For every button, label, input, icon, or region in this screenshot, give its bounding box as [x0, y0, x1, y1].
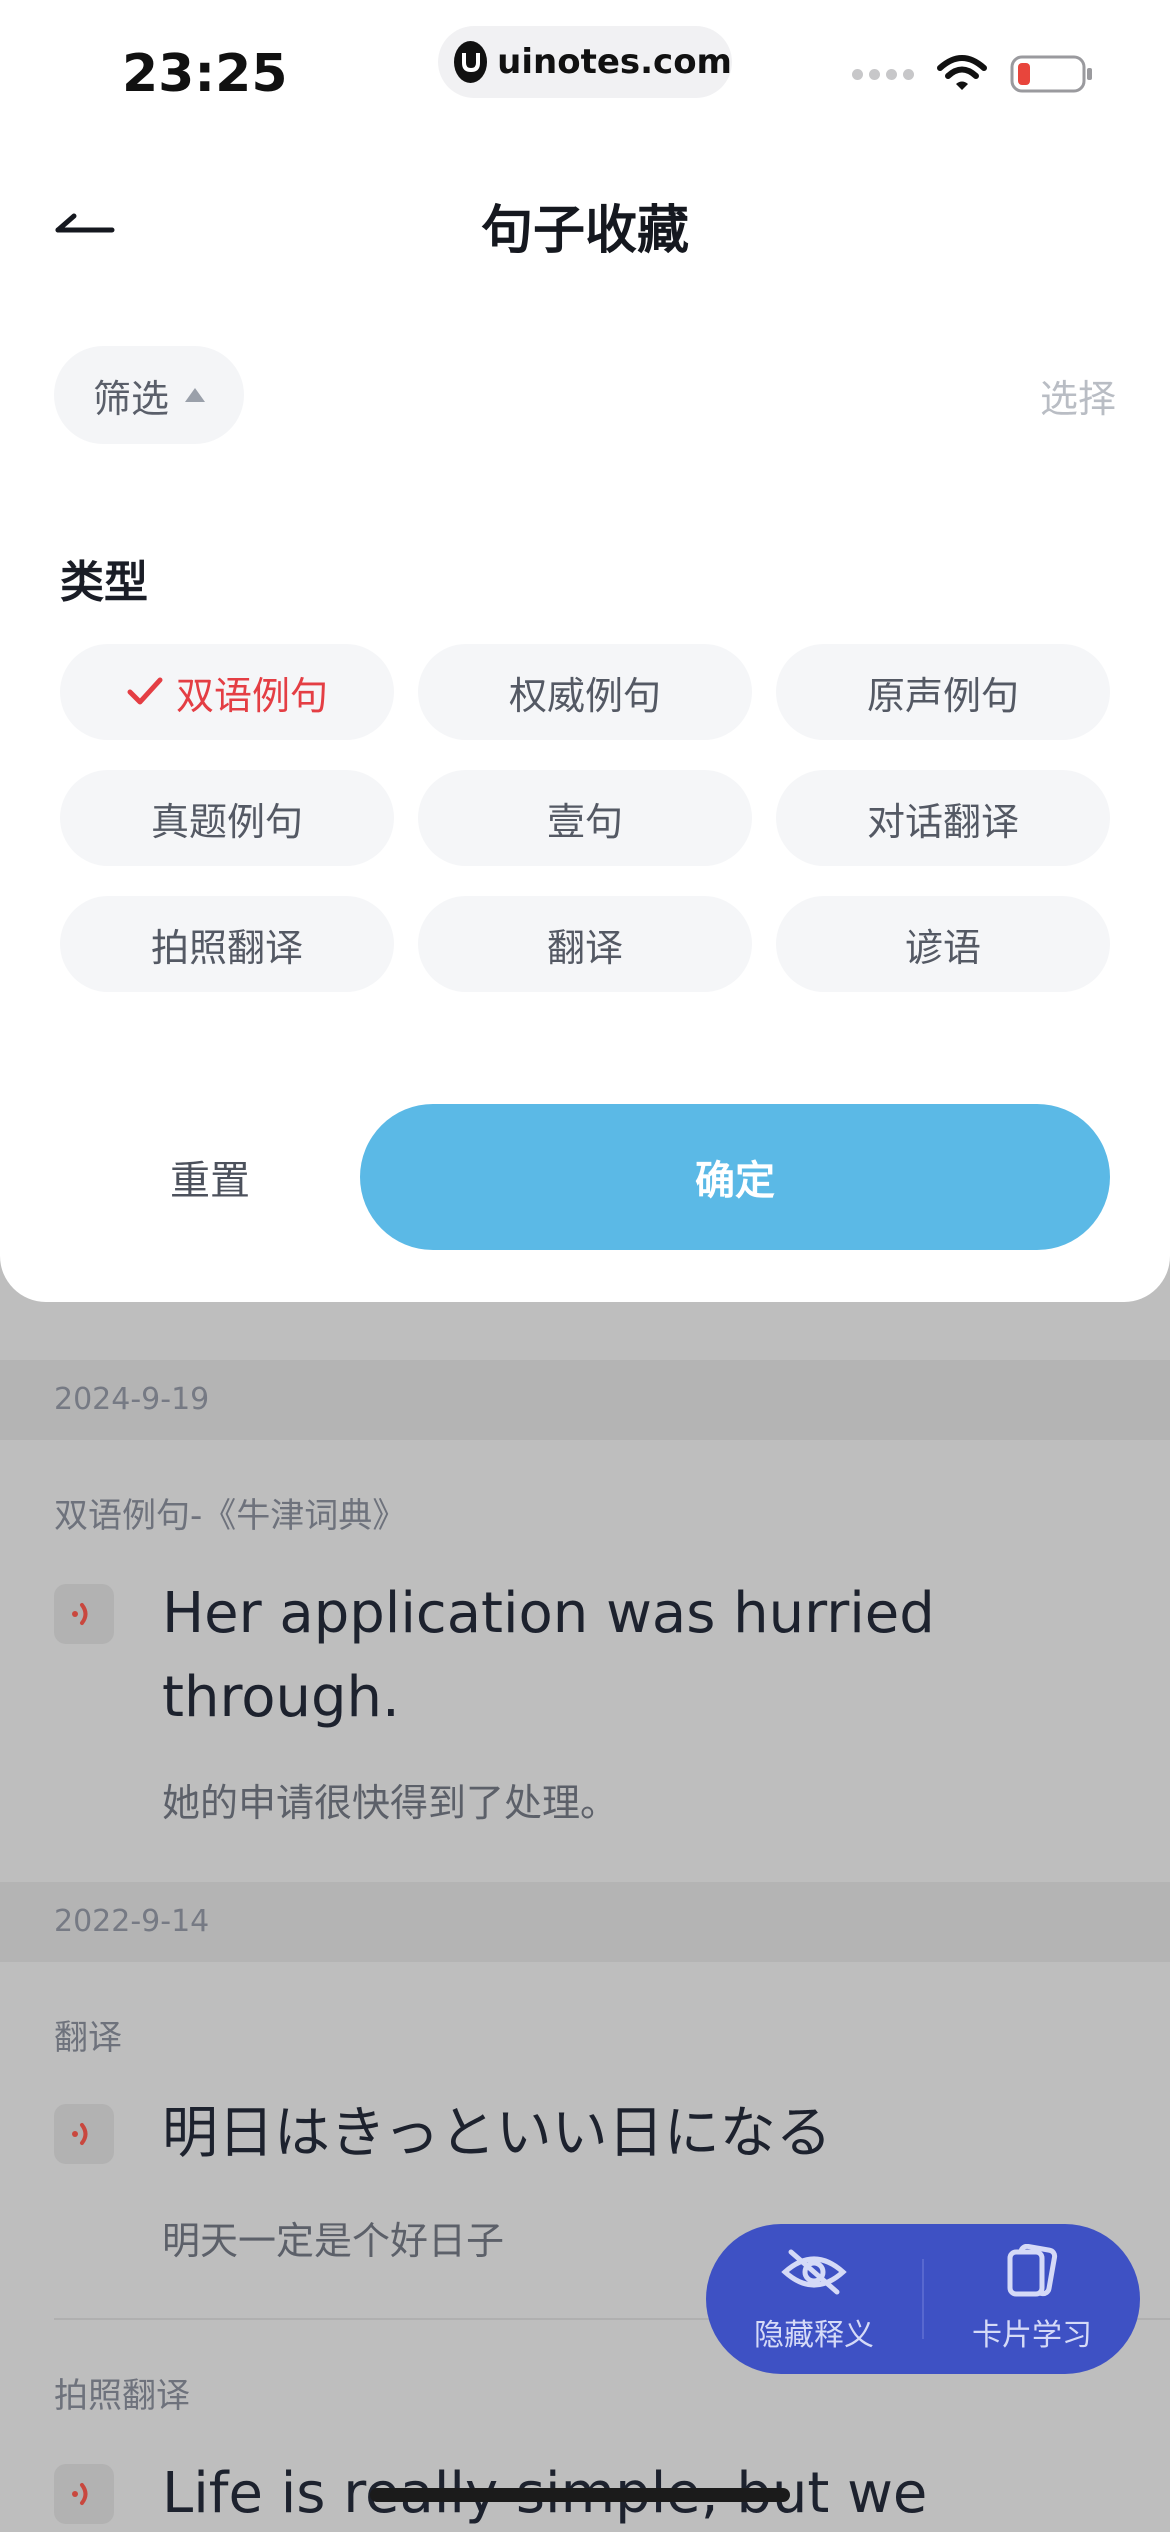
hide-definition-label: 隐藏释义: [754, 2318, 874, 2353]
speaker-icon[interactable]: [54, 2464, 114, 2524]
eye-hide-icon: [781, 2249, 847, 2295]
sentence-translation: 她的申请很快得到了处理。: [162, 1781, 619, 1825]
type-option-photo-translation[interactable]: 拍照翻译: [60, 896, 394, 992]
site-logo-icon: [454, 41, 488, 83]
speaker-icon[interactable]: [54, 1584, 114, 1644]
battery-icon: [1010, 55, 1092, 93]
sentence-text[interactable]: 明日はきっといい日になる: [162, 2092, 1102, 2176]
type-option-bilingual[interactable]: 双语例句: [60, 644, 394, 740]
check-icon: [127, 677, 163, 705]
sentence-text[interactable]: Her application was hurried through.: [162, 1572, 1102, 1740]
confirm-button[interactable]: 确定: [360, 1104, 1110, 1250]
card-study-label: 卡片学习: [972, 2318, 1092, 2353]
speaker-icon[interactable]: [54, 2104, 114, 2164]
status-time: 23:25: [122, 44, 288, 104]
type-option-original-audio[interactable]: 原声例句: [776, 644, 1110, 740]
type-options-grid: 双语例句 权威例句 原声例句 真题例句 壹句 对话翻译 拍照翻译 翻译 谚语: [60, 644, 1110, 992]
select-button[interactable]: 选择: [1040, 368, 1116, 423]
item-source-label: 拍照翻译: [54, 2376, 190, 2416]
page-title: 句子收藏: [480, 201, 689, 261]
cellular-signal-icon: [852, 68, 914, 80]
reset-button[interactable]: 重置: [60, 1104, 360, 1250]
strikethrough-mark: [370, 2488, 790, 2502]
url-pill: uinotes.com: [438, 26, 732, 98]
sound-wave-icon: [72, 1603, 88, 1625]
filter-sheet: 23:25 uinotes.com 句子收藏 筛选 选择 类型 双语例句 权威例…: [0, 0, 1170, 1302]
type-section-title: 类型: [60, 557, 148, 608]
sentence-translation: 明天一定是个好日子: [162, 2219, 505, 2263]
item-source-label: 翻译: [54, 2018, 122, 2058]
date-header: 2024-9-19: [0, 1360, 1170, 1440]
type-option-translation[interactable]: 翻译: [418, 896, 752, 992]
caret-up-icon: [185, 388, 205, 402]
card-study-button[interactable]: 卡片学习: [924, 2224, 1140, 2374]
url-text: uinotes.com: [497, 42, 732, 82]
status-indicators: [852, 54, 1094, 94]
cards-icon: [1007, 2244, 1058, 2297]
sound-wave-icon: [72, 2483, 88, 2505]
filter-toggle-button[interactable]: 筛选: [54, 346, 244, 444]
type-option-exam[interactable]: 真题例句: [60, 770, 394, 866]
date-header: 2022-9-14: [0, 1882, 1170, 1962]
type-option-yiju[interactable]: 壹句: [418, 770, 752, 866]
type-option-authoritative[interactable]: 权威例句: [418, 644, 752, 740]
wifi-icon: [937, 55, 987, 90]
item-source-label: 双语例句-《牛津词典》: [54, 1496, 407, 1536]
type-option-dialogue-translation[interactable]: 对话翻译: [776, 770, 1110, 866]
hide-definition-button[interactable]: 隐藏释义: [706, 2224, 922, 2374]
sound-wave-icon: [72, 2123, 88, 2145]
filter-label: 筛选: [92, 376, 169, 421]
floating-action-bar: 隐藏释义 卡片学习: [706, 2224, 1140, 2374]
type-option-proverb[interactable]: 谚语: [776, 896, 1110, 992]
